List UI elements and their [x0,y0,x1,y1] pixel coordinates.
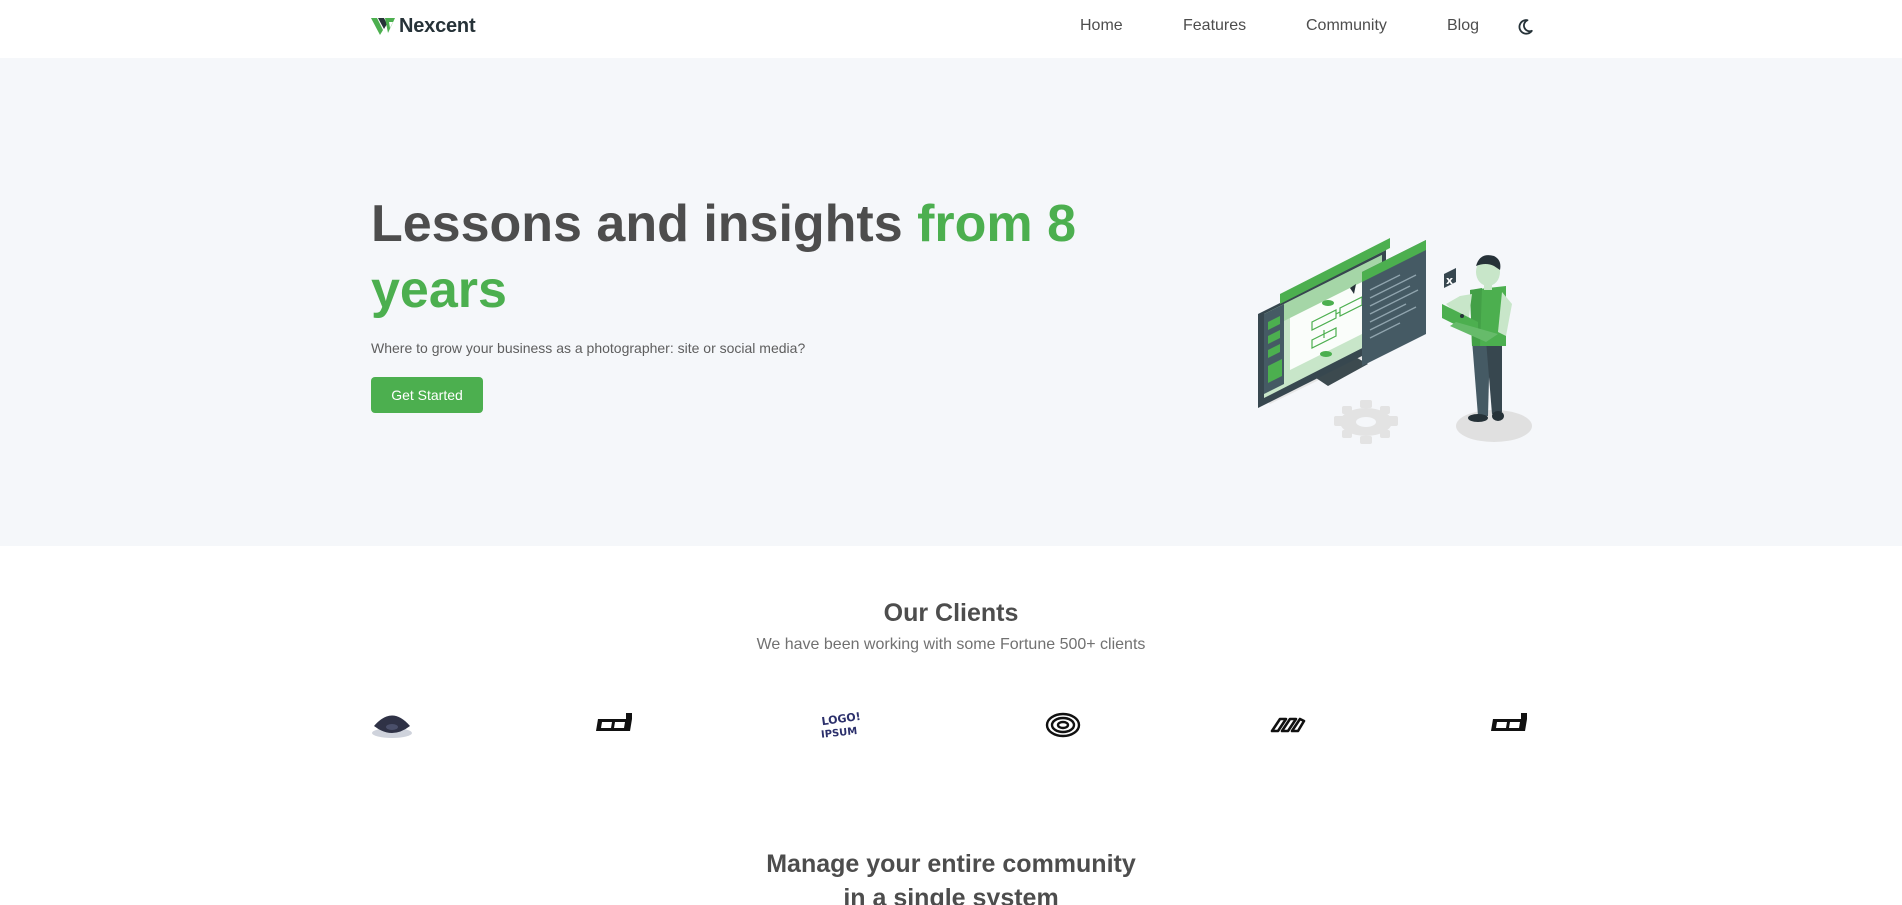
theme-toggle-button[interactable] [1516,18,1534,36]
hero-title: Lessons and insights from 8 years [371,191,1091,323]
nav-links: Home Features Community Blog [0,17,1902,39]
nav-link-blog[interactable]: Blog [1447,17,1479,35]
get-started-button[interactable]: Get Started [371,377,483,413]
client-logo-chain [1266,709,1308,741]
nav-link-home[interactable]: Home [1080,17,1123,35]
developer-illustration: x [1258,238,1532,444]
client-logo-dome [371,709,413,741]
client-logo-block [594,709,636,741]
clients-subtitle: We have been working with some Fortune 5… [756,636,1146,653]
manage-title: Manage your entire community in a single … [0,847,1902,905]
manage-title-line2: in a single system [843,884,1059,905]
nav-link-features[interactable]: Features [1183,17,1246,35]
nav-link-community[interactable]: Community [1306,17,1387,35]
manage-title-line1: Manage your entire community [766,850,1136,878]
hero-section: Lessons and insights from 8 years Where … [0,58,1902,546]
hero-subtitle: Where to grow your business as a photogr… [371,340,806,356]
client-logo-logoipsum: LOGO! IPSUM [818,709,862,741]
client-logo-block [1489,709,1531,741]
client-logo-rings [1042,709,1084,741]
svg-text:IPSUM: IPSUM [821,726,858,741]
clients-title: Our Clients [883,599,1019,627]
svg-text:x: x [1446,274,1453,287]
hero-title-main: Lessons and insights [371,195,918,253]
top-nav: Nexcent Home Features Community Blog [0,0,1902,58]
moon-icon [1518,19,1533,35]
